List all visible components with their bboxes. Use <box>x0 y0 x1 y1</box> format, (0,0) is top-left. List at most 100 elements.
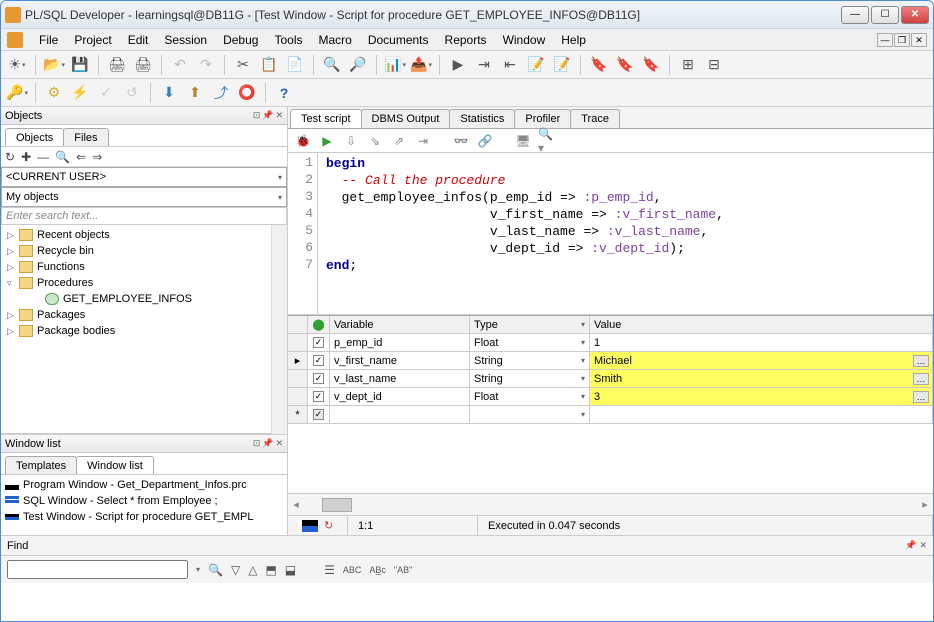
add-icon[interactable]: ✚ <box>21 150 31 164</box>
tree-item[interactable]: ▷Packages <box>3 307 285 323</box>
rollback-button[interactable]: ↺ <box>120 82 144 104</box>
find-go-icon[interactable]: 🔍 <box>208 563 223 577</box>
minimize-button[interactable]: — <box>841 6 869 24</box>
step-out-icon[interactable]: ⇗ <box>390 132 408 150</box>
break-button[interactable]: ⚡ <box>68 82 92 104</box>
reload-icon[interactable]: ↻ <box>324 519 333 532</box>
tab-dbms-output[interactable]: DBMS Output <box>361 109 451 128</box>
export-button[interactable]: 📤 <box>409 54 433 76</box>
menu-documents[interactable]: Documents <box>360 31 437 49</box>
type-header[interactable]: Type <box>470 316 590 334</box>
forward-icon[interactable]: ⇒ <box>92 150 102 164</box>
code-content[interactable]: begin -- Call the procedure get_employee… <box>318 153 933 314</box>
run-to-icon[interactable]: ⇥ <box>414 132 432 150</box>
code-editor[interactable]: 1234567 begin -- Call the procedure get_… <box>288 153 933 315</box>
variables-grid[interactable]: ⬤ Variable Type Value ✓ p_emp_id Float 1… <box>288 315 933 424</box>
monitor-icon[interactable]: 🖥 <box>514 132 532 150</box>
copy-button[interactable]: 📋 <box>257 54 281 76</box>
tab-files[interactable]: Files <box>63 128 108 146</box>
variable-row[interactable]: ✓ p_emp_id Float 1 <box>288 334 933 352</box>
panel-dock-icon[interactable]: ⊡ <box>253 110 261 121</box>
tree-item[interactable]: ▿Procedures <box>3 275 285 291</box>
object-search-input[interactable]: Enter search text... <box>1 207 287 225</box>
menu-debug[interactable]: Debug <box>215 31 266 49</box>
find-regex-icon[interactable]: "AB" <box>394 565 412 575</box>
winlist-pin-icon[interactable]: 📌 <box>262 438 273 449</box>
bookmark-next-button[interactable]: 🔖 <box>613 54 637 76</box>
help-button[interactable]: ? <box>272 82 296 104</box>
refresh-icon[interactable]: ↻ <box>5 150 15 164</box>
tab-templates[interactable]: Templates <box>5 456 77 474</box>
menu-reports[interactable]: Reports <box>437 31 495 49</box>
print-setup-button[interactable]: 🖨 <box>131 54 155 76</box>
execute-script-button[interactable]: ⚙ <box>42 82 66 104</box>
outdent-button[interactable]: ⇤ <box>498 54 522 76</box>
paste-button[interactable]: 📄 <box>283 54 307 76</box>
winlist-item[interactable]: SQL Window - Select * from Employee ; <box>1 493 287 509</box>
run-icon[interactable]: ▶ <box>318 132 336 150</box>
explain-button[interactable]: 📊 <box>383 54 407 76</box>
run-to-cursor-button[interactable]: ⭕ <box>235 82 259 104</box>
winlist-close-icon[interactable]: ✕ <box>275 438 283 449</box>
mdi-restore[interactable]: ❐ <box>894 33 910 47</box>
winlist-item[interactable]: Program Window - Get_Department_Infos.pr… <box>1 477 287 493</box>
tree-item[interactable]: ▷Package bodies <box>3 323 285 339</box>
menu-help[interactable]: Help <box>553 31 594 49</box>
mdi-minimize[interactable]: — <box>877 33 893 47</box>
variable-row[interactable]: ✓ v_last_name String Smith <box>288 370 933 388</box>
tree-item[interactable]: ▷Functions <box>3 259 285 275</box>
menu-window[interactable]: Window <box>495 31 554 49</box>
variable-row[interactable]: * ✓ <box>288 406 933 424</box>
tab-statistics[interactable]: Statistics <box>449 109 515 128</box>
find-input[interactable] <box>7 560 188 579</box>
window-tile-button[interactable]: ⊟ <box>702 54 726 76</box>
back-icon[interactable]: ⇐ <box>76 150 86 164</box>
find-obj-icon[interactable]: 🔍 <box>55 150 70 164</box>
filter-select[interactable]: My objects <box>1 187 287 207</box>
redo-button[interactable]: ↷ <box>194 54 218 76</box>
find-next-button[interactable]: 🔎 <box>346 54 370 76</box>
tab-test-script[interactable]: Test script <box>290 109 362 128</box>
zoom-icon[interactable]: 🔍▾ <box>538 132 556 150</box>
find-pin-icon[interactable]: 📌 <box>905 540 916 551</box>
print-button[interactable]: 🖨 <box>105 54 129 76</box>
app-menu-icon[interactable] <box>7 32 23 48</box>
menu-tools[interactable]: Tools <box>266 31 310 49</box>
step-icon[interactable]: ⇩ <box>342 132 360 150</box>
step-in-icon[interactable]: ⇘ <box>366 132 384 150</box>
tab-objects[interactable]: Objects <box>5 128 64 146</box>
winlist-dock-icon[interactable]: ⊡ <box>253 438 261 449</box>
step-over-button[interactable]: ⬇ <box>157 82 181 104</box>
window-cascade-button[interactable]: ⊞ <box>676 54 700 76</box>
menu-file[interactable]: File <box>31 31 66 49</box>
value-header[interactable]: Value <box>590 316 933 334</box>
winlist-item[interactable]: Test Window - Script for procedure GET_E… <box>1 509 287 525</box>
schema-select[interactable]: <CURRENT USER> <box>1 167 287 187</box>
panel-close-icon[interactable]: ✕ <box>275 110 283 121</box>
save-button[interactable]: 💾 <box>68 54 92 76</box>
find-down-icon[interactable]: ▽ <box>231 563 240 577</box>
tree-item[interactable]: ▷Recycle bin <box>3 243 285 259</box>
tree-item[interactable]: GET_EMPLOYEE_INFOS <box>3 291 285 307</box>
object-tree[interactable]: ▷Recent objects▷Recycle bin▷Functions▿Pr… <box>1 225 287 434</box>
new-button[interactable]: ☀ <box>5 54 29 76</box>
tab-profiler[interactable]: Profiler <box>514 109 571 128</box>
menu-session[interactable]: Session <box>156 31 215 49</box>
find-close-icon[interactable]: ✕ <box>919 540 927 551</box>
variable-header[interactable]: Variable <box>330 316 470 334</box>
link-icon[interactable]: 🔗 <box>476 132 494 150</box>
tree-scrollbar[interactable] <box>271 225 287 434</box>
tab-trace[interactable]: Trace <box>570 109 620 128</box>
undo-button[interactable]: ↶ <box>168 54 192 76</box>
variable-row[interactable]: ▸ ✓ v_first_name String Michael <box>288 352 933 370</box>
maximize-button[interactable]: ☐ <box>871 6 899 24</box>
commit-button[interactable]: ✓ <box>94 82 118 104</box>
find-highlight-icon[interactable]: ⬓ <box>285 563 296 577</box>
logon-button[interactable]: 🔑 <box>5 82 29 104</box>
open-button[interactable]: 📂 <box>42 54 66 76</box>
comment-button[interactable]: 📝 <box>524 54 548 76</box>
find-list-icon[interactable]: ☰ <box>324 563 335 577</box>
mdi-close[interactable]: ✕ <box>911 33 927 47</box>
cut-button[interactable]: ✂ <box>231 54 255 76</box>
find-up-icon[interactable]: △ <box>248 563 257 577</box>
